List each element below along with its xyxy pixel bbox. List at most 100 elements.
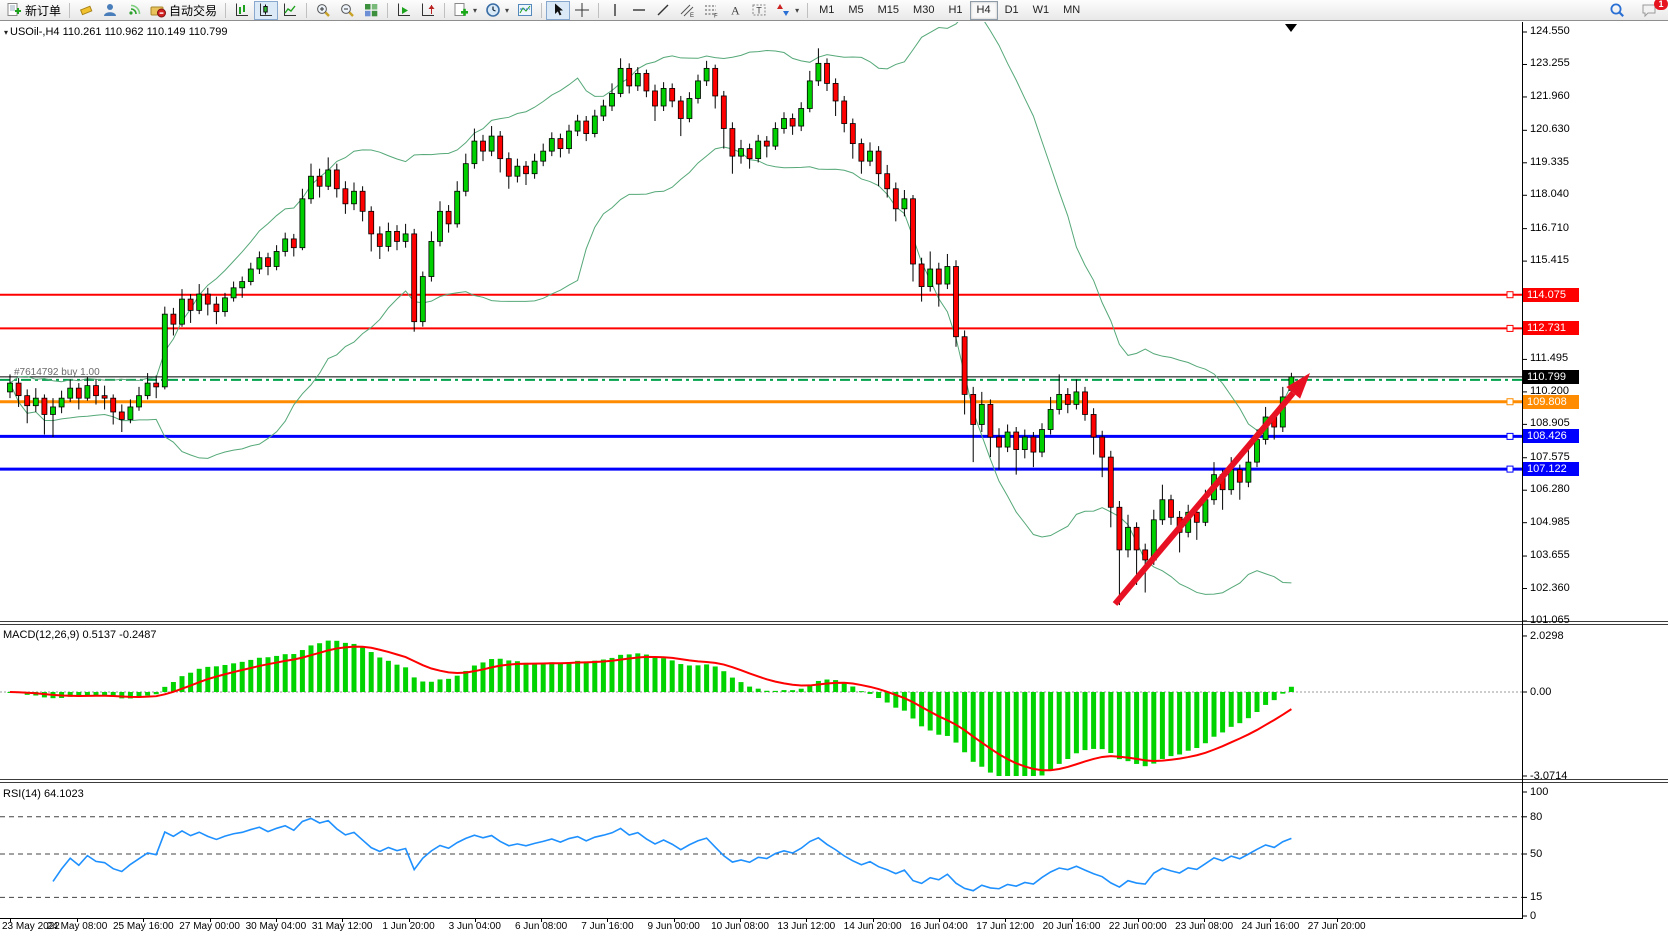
pane-separator[interactable] (0, 779, 1668, 783)
pane-separator[interactable] (0, 621, 1668, 625)
tf-button-H1[interactable]: H1 (941, 1, 969, 20)
crosshair-icon (574, 2, 590, 18)
candle (85, 386, 90, 399)
fibonacci-tool-button[interactable]: F (699, 1, 723, 20)
time-axis-tick (409, 918, 410, 922)
macd-bar (1194, 692, 1199, 748)
candle (154, 383, 159, 387)
tf-button-MN[interactable]: MN (1056, 1, 1087, 20)
macd-bar (936, 692, 941, 735)
symbol-title: ▾USOil-,H4 110.261 110.962 110.149 110.7… (4, 26, 228, 38)
tile-windows-button[interactable] (359, 1, 383, 20)
new-order-button[interactable]: 新订单 (2, 1, 65, 20)
chat-button[interactable]: 1 (1637, 1, 1662, 20)
candle (928, 269, 933, 287)
zoom-out-button[interactable] (335, 1, 359, 20)
macd-signal-line (10, 647, 1291, 771)
bar-chart-button[interactable] (230, 1, 254, 20)
candle (111, 398, 116, 412)
search-button[interactable] (1605, 1, 1629, 20)
candle (489, 136, 494, 151)
time-label: 31 May 12:00 (312, 921, 373, 932)
candle (790, 119, 795, 127)
candle (145, 383, 150, 396)
time-axis-tick (607, 918, 608, 922)
rsi-axis-label: 15 (1530, 891, 1542, 903)
macd-bar (971, 692, 976, 762)
autotrading-button[interactable]: 自动交易 (146, 1, 221, 20)
candle (231, 288, 236, 298)
text-tool-button[interactable]: A (723, 1, 747, 20)
search-icon (1609, 2, 1625, 18)
macd-bar (188, 673, 193, 692)
dropdown-caret-icon: ▾ (795, 6, 799, 15)
time-axis-tick (541, 918, 542, 922)
macd-bar (1255, 692, 1260, 712)
indicators-icon (453, 2, 469, 18)
macd-bar (524, 663, 529, 692)
tf-button-H4[interactable]: H4 (970, 1, 998, 20)
macd-bar (1074, 692, 1079, 753)
signals-button[interactable] (122, 1, 146, 20)
macd-bar (1229, 692, 1234, 727)
price-tick-label: 103.655 (1530, 549, 1570, 561)
candle (601, 106, 606, 116)
periods-button[interactable]: ▾ (481, 1, 513, 20)
channel-tool-button[interactable]: E (675, 1, 699, 20)
trendline-tool-button[interactable] (651, 1, 675, 20)
time-axis-tick (77, 918, 78, 922)
candle (369, 211, 374, 234)
macd-bar (1083, 692, 1088, 750)
candle (842, 101, 847, 124)
tf-button-M30[interactable]: M30 (906, 1, 941, 20)
metaeditor-button[interactable] (74, 1, 98, 20)
cursor-tool-button[interactable] (546, 1, 570, 20)
macd-bar (773, 691, 778, 692)
candle (919, 264, 924, 287)
indicators-button[interactable]: ▾ (449, 1, 481, 20)
macd-bar (515, 661, 520, 692)
vertical-line-tool-button[interactable] (603, 1, 627, 20)
community-button[interactable] (98, 1, 122, 20)
horizontal-line-icon (631, 2, 647, 18)
tf-button-M1[interactable]: M1 (812, 1, 841, 20)
price-tick-label: 120.630 (1530, 123, 1570, 135)
candle (420, 277, 425, 322)
bar-chart-icon (234, 2, 250, 18)
tf-button-M15[interactable]: M15 (871, 1, 906, 20)
macd-bar (575, 661, 580, 692)
candle (472, 141, 477, 164)
candle (661, 88, 666, 106)
candle (94, 386, 99, 396)
macd-bar (1143, 692, 1148, 766)
candle (343, 189, 348, 204)
candle (936, 269, 941, 284)
candle (859, 144, 864, 162)
text-label-tool-button[interactable]: T (747, 1, 771, 20)
macd-pane[interactable] (0, 626, 1668, 779)
zoom-in-button[interactable] (311, 1, 335, 20)
line-chart-button[interactable] (278, 1, 302, 20)
macd-bar (644, 655, 649, 692)
templates-button[interactable] (513, 1, 537, 20)
candle (16, 383, 21, 396)
auto-scroll-button[interactable] (392, 1, 416, 20)
chart-shift-button[interactable] (416, 1, 440, 20)
time-axis-tick (873, 918, 874, 922)
candle (1040, 430, 1045, 453)
crosshair-tool-button[interactable] (570, 1, 594, 20)
macd-bar (997, 692, 1002, 776)
expand-arrow-icon[interactable]: ▾ (4, 28, 8, 37)
toolbar-separator (598, 3, 599, 18)
rsi-pane[interactable] (0, 784, 1668, 918)
horizontal-line-tool-button[interactable] (627, 1, 651, 20)
tf-button-W1[interactable]: W1 (1026, 1, 1057, 20)
tf-button-M5[interactable]: M5 (841, 1, 870, 20)
price-tick-label: 102.360 (1530, 582, 1570, 594)
arrows-tool-button[interactable]: ▾ (771, 1, 803, 20)
tf-button-D1[interactable]: D1 (998, 1, 1026, 20)
candlestick-chart-button[interactable] (254, 1, 278, 20)
toolbar-separator (225, 3, 226, 18)
macd-bar (498, 659, 503, 692)
main-chart-pane[interactable]: #7614792 buy 1.00 (0, 22, 1668, 622)
